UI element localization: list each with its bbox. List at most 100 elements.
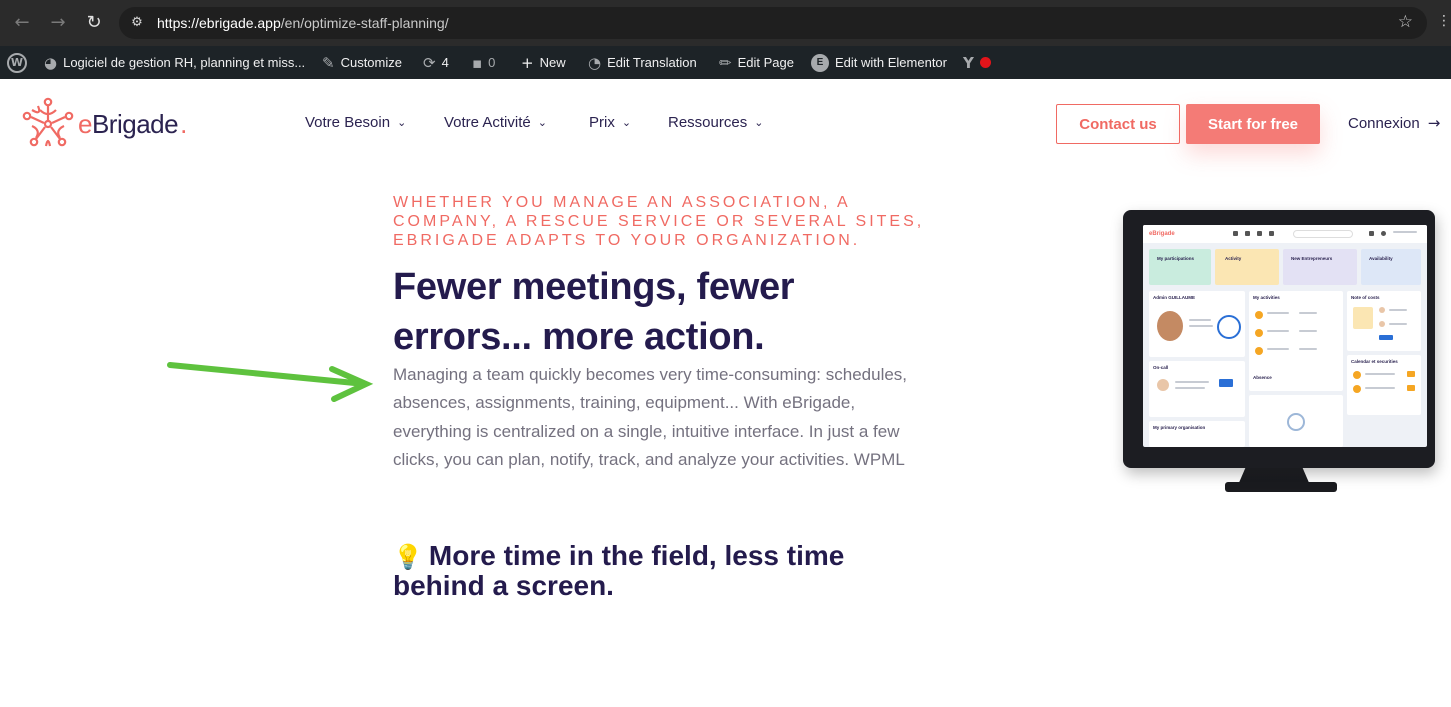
nav-prix[interactable]: Prix ⌄ (589, 114, 631, 131)
screen-nav-icon (1257, 231, 1262, 236)
bookmark-star-icon[interactable]: ☆ (1398, 12, 1413, 32)
connexion-link[interactable]: Connexion → (1348, 114, 1440, 132)
screen-avatar (1379, 321, 1385, 327)
screen-text-line (1175, 381, 1209, 383)
screen-card-activity: Activity (1215, 249, 1279, 285)
logo-dot: . (180, 108, 188, 139)
screen-text-line (1365, 387, 1395, 389)
wp-customize[interactable]: ✎ Customize (322, 46, 402, 79)
screen-text-line (1175, 387, 1205, 389)
screen-badge (1407, 371, 1415, 377)
updates-count: 4 (441, 55, 449, 70)
elementor-icon: E (811, 53, 829, 72)
wp-edit-translation[interactable]: ◔ Edit Translation (588, 46, 697, 79)
screen-placeholder-icon (1287, 413, 1305, 431)
back-icon[interactable]: ← (12, 13, 32, 33)
screen-text-line (1267, 348, 1289, 350)
logo-wordmark: eBrigade (78, 108, 179, 139)
new-label: New (539, 55, 566, 70)
screen-status-dot (1353, 371, 1361, 379)
plus-icon: + (521, 53, 534, 72)
screen-text-line (1267, 330, 1289, 332)
nav-votre-activite[interactable]: Votre Activité ⌄ (444, 114, 547, 131)
panel-label: Absence (1253, 375, 1272, 380)
screen-text-line (1299, 330, 1317, 332)
screen-note-tile (1353, 307, 1373, 329)
screen-panel-activities: My activities Absence (1249, 291, 1343, 391)
hero-kicker: Whether you manage an association, a com… (393, 194, 925, 249)
translation-icon: ◔ (588, 53, 602, 72)
site-info-icon[interactable]: ⚙ (127, 13, 147, 33)
wp-updates[interactable]: ⟳ 4 (423, 46, 449, 79)
wp-new[interactable]: + New (521, 46, 566, 79)
edit-elementor-label: Edit with Elementor (835, 55, 947, 70)
panel-label: Calendar et securities (1351, 359, 1398, 364)
chevron-down-icon: ⌄ (754, 116, 764, 129)
edit-translation-label: Edit Translation (607, 55, 697, 70)
nav-label: Votre Besoin (305, 114, 391, 131)
screen-avatar (1157, 311, 1183, 341)
screen-search (1293, 230, 1353, 238)
browser-menu-icon[interactable]: ⋮ (1437, 13, 1451, 33)
screen-nav-icon (1233, 231, 1238, 236)
wp-comments[interactable]: ▪ 0 (472, 46, 495, 79)
comment-icon: ▪ (472, 53, 483, 72)
wp-yoast[interactable]: Y (963, 46, 991, 79)
wp-edit-elementor[interactable]: E Edit with Elementor (811, 46, 947, 79)
screen-text-line (1267, 312, 1289, 314)
wordpress-icon: W (7, 52, 27, 73)
panel-label: My primary organisation (1153, 425, 1206, 430)
contact-us-button[interactable]: Contact us (1056, 104, 1180, 144)
screen-status-dot (1353, 385, 1361, 393)
site-name-label: Logiciel de gestion RH, planning et miss… (63, 55, 306, 70)
panel-label: Note of costs (1351, 295, 1380, 300)
screen-text-line (1389, 323, 1407, 325)
reload-icon[interactable]: ↻ (84, 13, 104, 33)
wp-edit-page[interactable]: ✏ Edit Page (719, 46, 794, 79)
screen-logo: eBrigade (1149, 231, 1175, 237)
monitor-screen: eBrigade My participations Activity New … (1143, 225, 1427, 447)
wp-site-name[interactable]: ◕ Logiciel de gestion RH, planning et mi… (44, 46, 305, 79)
screen-text-line (1189, 319, 1211, 321)
customize-label: Customize (340, 55, 402, 70)
browser-toolbar: ← → ↻ ⚙ https://ebrigade.app/en/optimize… (0, 0, 1451, 46)
screen-text-line (1299, 348, 1317, 350)
screen-status-dot (1255, 329, 1263, 337)
url-text[interactable]: https://ebrigade.app/en/optimize-staff-p… (157, 15, 449, 31)
arrow-right-icon: → (1427, 114, 1441, 132)
monitor-foot (1225, 482, 1337, 492)
nav-label: Ressources (668, 114, 748, 131)
chevron-down-icon: ⌄ (621, 116, 632, 129)
forward-icon[interactable]: → (48, 13, 68, 33)
card-label: My participations (1157, 256, 1195, 261)
screen-panel-oncall: On-call (1149, 361, 1245, 417)
screen-status-dot (1255, 311, 1263, 319)
screen-nav-icon (1269, 231, 1274, 236)
screen-user-icon (1381, 231, 1386, 236)
pencil-icon: ✏ (719, 53, 732, 72)
screen-user-name (1393, 231, 1417, 233)
panel-label: Admin GUILLAUME (1153, 295, 1195, 300)
screen-text-line (1389, 309, 1407, 311)
brush-icon: ✎ (322, 53, 335, 72)
lightbulb-icon: 💡 (393, 543, 423, 571)
screen-text-line (1189, 325, 1213, 327)
address-bar[interactable]: ⚙ https://ebrigade.app/en/optimize-staff… (119, 7, 1427, 39)
nav-ressources[interactable]: Ressources ⌄ (668, 114, 763, 131)
screen-panel-organisation: My primary organisation (1149, 421, 1245, 447)
nav-votre-besoin[interactable]: Votre Besoin ⌄ (305, 114, 406, 131)
start-for-free-button[interactable]: Start for free (1186, 104, 1320, 144)
chevron-down-icon: ⌄ (397, 116, 407, 129)
screen-nav-icon (1245, 231, 1250, 236)
screen-card-entrepreneurs: New Entrepreneurs (1283, 249, 1357, 285)
screen-button (1219, 379, 1233, 387)
screen-ring-chart (1217, 315, 1241, 339)
card-label: Activity (1225, 256, 1242, 261)
brand-logo[interactable]: eBrigade. (20, 96, 187, 152)
screen-nav-icon (1369, 231, 1374, 236)
comments-count: 0 (488, 55, 496, 70)
screen-card-participations: My participations (1149, 249, 1211, 285)
wp-logo-menu[interactable]: W (7, 46, 27, 79)
screen-status-dot (1255, 347, 1263, 355)
screen-topbar: eBrigade (1143, 225, 1427, 243)
